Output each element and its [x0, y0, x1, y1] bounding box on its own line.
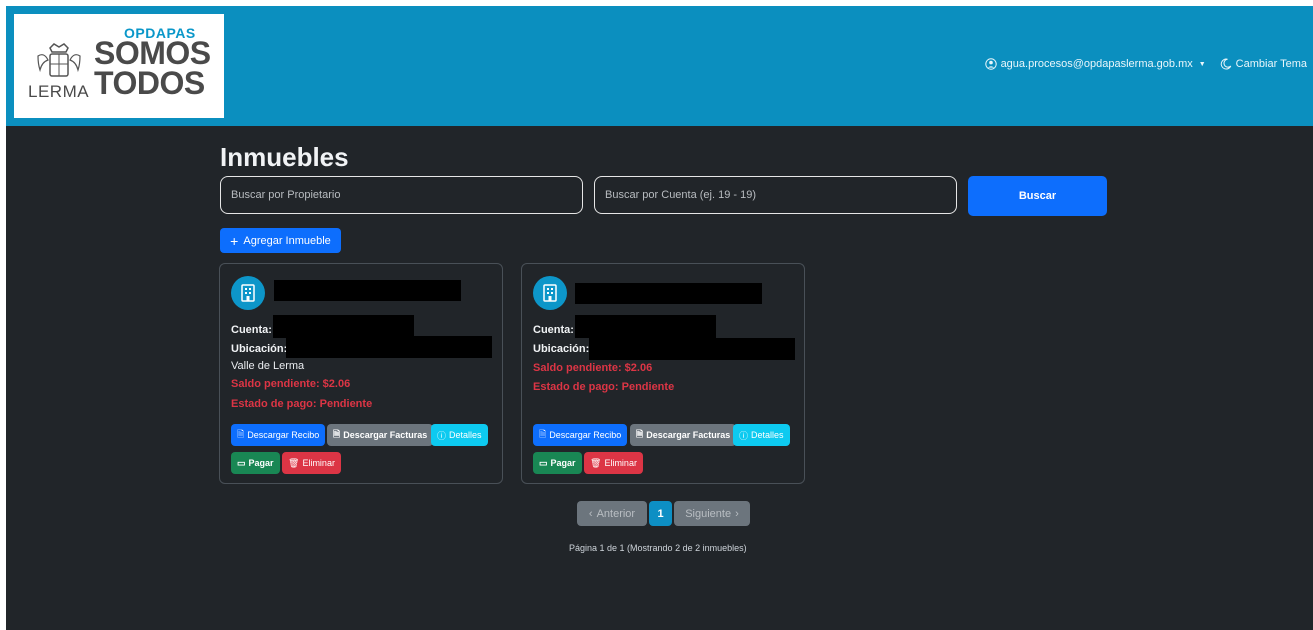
- search-button[interactable]: Buscar: [968, 176, 1107, 216]
- building-icon: [533, 276, 567, 310]
- redacted-owner-name: [575, 283, 762, 304]
- trash-icon: 🗑: [590, 457, 602, 468]
- logo-word-todos: TODOS: [94, 65, 205, 101]
- pay-button[interactable]: ▭ Pagar: [533, 452, 582, 474]
- add-property-label: Agregar Inmueble: [243, 234, 331, 247]
- pagination: ‹ Anterior 1 Siguiente ›: [577, 501, 750, 526]
- download-receipt-button[interactable]: 🗎 Descargar Recibo: [533, 424, 628, 446]
- credit-card-icon: ▭: [539, 457, 548, 468]
- logo-lerma-text: LERMA: [28, 82, 90, 101]
- payment-status: Estado de pago: Pendiente: [533, 381, 675, 393]
- download-invoices-label: Descargar Facturas: [343, 430, 428, 440]
- redacted-owner-name: [274, 280, 461, 301]
- delete-label: Eliminar: [302, 458, 335, 468]
- file-icon: 🗎: [333, 429, 341, 439]
- details-label: Detalles: [751, 430, 784, 440]
- theme-toggle-button[interactable]: Cambiar Tema: [1220, 58, 1307, 70]
- chevron-right-icon: ›: [735, 507, 739, 520]
- pagination-next-label: Siguiente: [685, 507, 732, 520]
- download-receipt-label: Descargar Recibo: [549, 430, 622, 440]
- caret-down-icon: ▼: [1198, 60, 1206, 68]
- pagination-prev-button[interactable]: ‹ Anterior: [577, 501, 647, 526]
- building-icon: [231, 276, 265, 310]
- info-circle-icon: ⓘ: [739, 430, 749, 441]
- details-label: Detalles: [449, 430, 482, 440]
- location-extra: Valle de Lerma: [231, 360, 305, 372]
- download-receipt-label: Descargar Recibo: [247, 430, 320, 440]
- account-label: Cuenta:: [533, 324, 574, 336]
- pagination-prev-label: Anterior: [596, 507, 636, 520]
- pending-balance: Saldo pendiente: $2.06: [231, 378, 351, 390]
- brand-logo[interactable]: OPDAPAS SOMOS TODOS LERMA: [14, 14, 224, 118]
- location-label: Ubicación:: [231, 343, 288, 355]
- trash-icon: 🗑: [288, 457, 300, 468]
- page-title: Inmuebles: [220, 142, 349, 172]
- search-account-input[interactable]: [594, 176, 957, 214]
- redacted-location: [286, 336, 492, 358]
- pending-balance: Saldo pendiente: $2.06: [533, 362, 653, 374]
- navbar-right: agua.procesos@opdapaslerma.gob.mx ▼ Camb…: [984, 58, 1307, 70]
- delete-button[interactable]: 🗑 Eliminar: [584, 452, 643, 474]
- chevron-left-icon: ‹: [588, 507, 593, 520]
- delete-button[interactable]: 🗑 Eliminar: [282, 452, 341, 474]
- pagination-next-button[interactable]: Siguiente ›: [674, 501, 750, 526]
- account-label: Cuenta:: [231, 324, 272, 336]
- theme-toggle-label: Cambiar Tema: [1235, 58, 1307, 70]
- location-label: Ubicación:: [533, 343, 590, 355]
- top-navbar: OPDAPAS SOMOS TODOS LERMA agua.procesos@…: [6, 6, 1313, 126]
- payment-status: Estado de pago: Pendiente: [231, 398, 373, 410]
- pagination-page-1[interactable]: 1: [649, 501, 672, 526]
- redacted-account-number: [575, 315, 716, 338]
- user-email: agua.procesos@opdapaslerma.gob.mx: [1000, 58, 1193, 70]
- delete-label: Eliminar: [604, 458, 637, 468]
- pagination-info: Página 1 de 1 (Mostrando 2 de 2 inmueble…: [569, 543, 747, 553]
- add-property-button[interactable]: + Agregar Inmueble: [220, 228, 341, 253]
- download-invoices-label: Descargar Facturas: [646, 430, 731, 440]
- download-invoices-button[interactable]: 🗎 Descargar Facturas: [327, 424, 434, 446]
- moon-icon: [1220, 58, 1231, 70]
- pay-label: Pagar: [550, 458, 576, 468]
- details-button[interactable]: ⓘ Detalles: [733, 424, 790, 446]
- redacted-location: [589, 338, 795, 360]
- user-menu[interactable]: agua.procesos@opdapaslerma.gob.mx ▼: [984, 58, 1206, 70]
- details-button[interactable]: ⓘ Detalles: [431, 424, 488, 446]
- file-icon: 🗎: [636, 429, 644, 439]
- property-card: Cuenta: Ubicación: Valle de Lerma Saldo …: [219, 263, 503, 484]
- search-owner-input[interactable]: [220, 176, 583, 214]
- file-icon: 🗎: [539, 429, 547, 439]
- user-circle-icon: [984, 58, 997, 70]
- info-circle-icon: ⓘ: [437, 430, 447, 441]
- pay-button[interactable]: ▭ Pagar: [231, 452, 280, 474]
- download-receipt-button[interactable]: 🗎 Descargar Recibo: [231, 424, 326, 446]
- plus-icon: +: [230, 232, 239, 249]
- file-icon: 🗎: [237, 429, 245, 439]
- download-invoices-button[interactable]: 🗎 Descargar Facturas: [630, 424, 737, 446]
- app-frame: OPDAPAS SOMOS TODOS LERMA agua.procesos@…: [6, 6, 1313, 630]
- credit-card-icon: ▭: [237, 457, 246, 468]
- redacted-account-number: [273, 315, 414, 338]
- lerma-seal-icon: [37, 43, 81, 77]
- property-card: Cuenta: Ubicación: Saldo pendiente: $2.0…: [521, 263, 805, 484]
- pay-label: Pagar: [248, 458, 274, 468]
